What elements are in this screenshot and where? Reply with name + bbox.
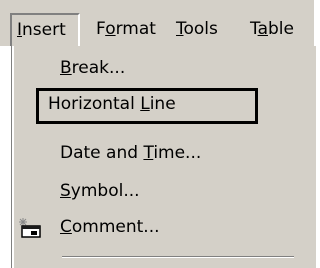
menu-format-label-pre: F [96,19,106,39]
menu-item-date-and-time-label: Date and Time... [60,143,202,163]
menu-item-symbol[interactable]: Symbol... [14,174,314,208]
menu-format[interactable]: Format [96,14,156,44]
menu-item-comment[interactable]: Comment... [14,210,314,244]
menu-separator [62,256,294,258]
menu-item-break-label: Break... [60,58,126,78]
menu-format-label-post: rmat [115,19,156,39]
comment-icon [17,217,43,239]
menu-item-symbol-label: Symbol... [60,181,140,201]
menu-item-break[interactable]: Break... [14,51,314,85]
menu-tools[interactable]: Tools [176,14,218,44]
menu-format-accelerator: o [105,19,116,39]
menu-table-label-pre: T [250,19,258,39]
menu-tools-label-post: ools [183,19,218,39]
menu-table-label-post: ble [268,19,294,39]
menu-item-horizontal-line[interactable]: Horizontal Line [14,87,314,124]
menu-item-horizontal-line-label: Horizontal Line [48,94,176,114]
menu-item-comment-label: Comment... [60,217,160,237]
menu-insert-label-post: nsert [22,20,66,40]
menu-bar: Insert Format Tools Table [0,0,314,46]
insert-dropdown-menu: Break... Horizontal Line Date and Time..… [12,46,316,268]
menu-table-accelerator: a [257,19,268,39]
menu-item-date-and-time[interactable]: Date and Time... [14,136,314,170]
menu-insert[interactable]: Insert [10,13,80,46]
menu-tools-accelerator: T [176,19,184,39]
menu-table[interactable]: Table [250,14,294,44]
